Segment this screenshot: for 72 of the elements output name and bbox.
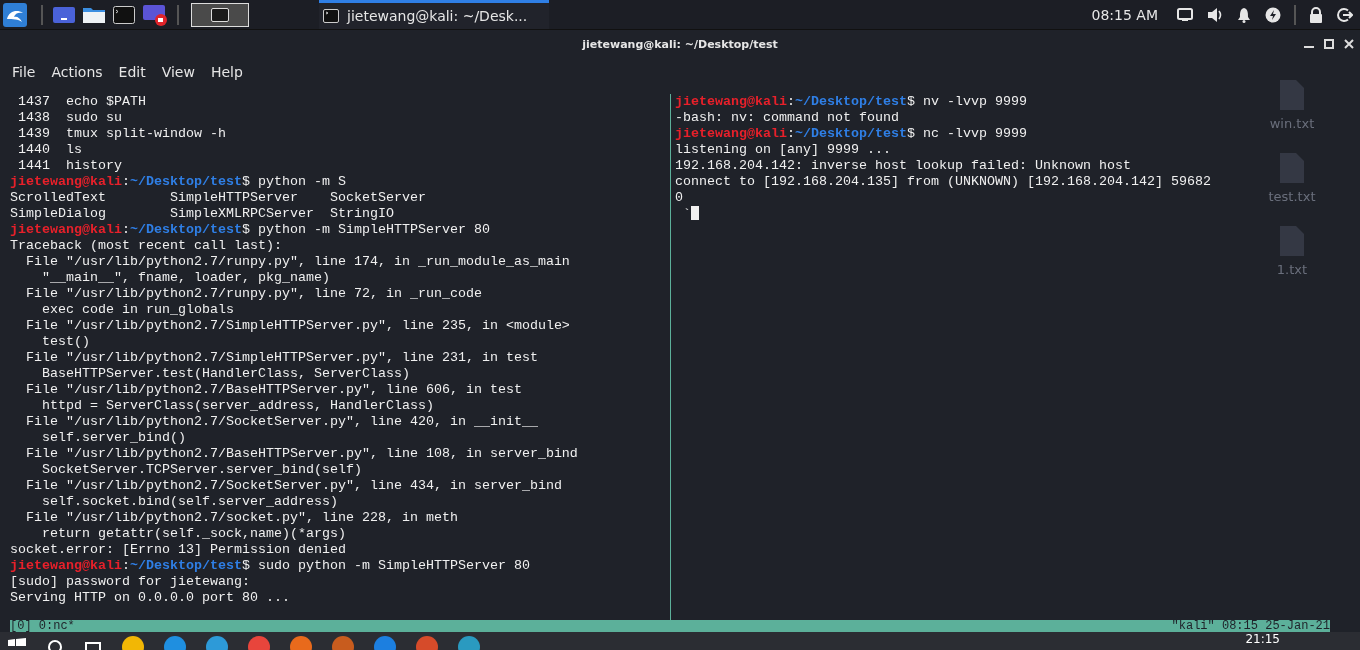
terminal-line: 1437 echo $PATH <box>17 94 147 110</box>
menu-item[interactable]: Help <box>202 62 251 82</box>
terminal-icon[interactable] <box>113 4 135 25</box>
file-name: test.txt <box>1268 189 1316 204</box>
lock-icon[interactable] <box>1309 6 1323 23</box>
menu-item[interactable]: View <box>153 62 203 82</box>
clock[interactable]: 21:15 <box>1245 632 1280 646</box>
status-text: "kali" 08:15 25-Jan-21 <box>1171 620 1330 632</box>
terminal-line: SocketServer.TCPServer.server_bind(self) <box>41 462 363 478</box>
terminal-line: File "/usr/lib/python2.7/BaseHTTPServer.py", line 108, in server_bind <box>25 446 579 462</box>
terminal-icon <box>211 7 229 22</box>
terminal-line: File "/usr/lib/python2.7/runpy.py", line 72, in _run_code <box>25 286 483 302</box>
terminal-line: SimpleDialog SimpleXMLRPCServer StringIO <box>10 206 395 222</box>
power-bolt-icon[interactable] <box>1265 6 1281 23</box>
terminal-line: -bash: nv: command not found <box>675 110 900 126</box>
bell-icon[interactable] <box>1237 6 1251 23</box>
close-icon[interactable] <box>1344 39 1354 49</box>
terminal-line: self.socket.bind(self.server_address) <box>41 494 339 510</box>
menu-item[interactable]: File <box>4 62 44 82</box>
file-icon <box>1280 80 1304 110</box>
clock[interactable]: 08:15 AM <box>1091 6 1158 23</box>
terminal-line: [sudo] password for jietewang: <box>10 574 251 590</box>
terminal-line: listening on [any] 9999 ... <box>675 142 892 158</box>
terminal-line: connect to [192.168.204.135] from (UNKNOWN) [192.168.204.142] 59682 <box>675 174 1211 190</box>
terminal-line: return getattr(self._sock,name)(*args) <box>41 526 347 542</box>
terminal-line: jietewang@kali:~/Desktop/test$ python -m SimpleHTTPServer 80 <box>10 222 491 238</box>
terminal-line: Serving HTTP on 0.0.0.0 port 80 ... <box>10 590 291 606</box>
terminal-line: File "/usr/lib/python2.7/socket.py", line 228, in meth <box>25 510 459 526</box>
desktop-icon[interactable] <box>53 4 75 25</box>
volume-icon[interactable] <box>1207 6 1223 23</box>
terminal-line: File "/usr/lib/python2.7/runpy.py", line 174, in _run_module_as_main <box>25 254 571 270</box>
window-title: jietewang@kali: ~/Desktop/test <box>582 37 778 51</box>
terminal-line: socket.error: [Errno 13] Permission denied <box>10 542 347 558</box>
terminal-line: ScrolledText SimpleHTTPServer SocketServer <box>10 190 427 206</box>
file-icon <box>1280 226 1304 256</box>
maximize-icon[interactable] <box>1324 39 1334 49</box>
terminal-line: jietewang@kali:~/Desktop/test$ python -m S <box>10 174 347 190</box>
terminal-line: test() <box>41 334 91 350</box>
terminal-line: jietewang@kali:~/Desktop/test$ nc -lvvp 9999 <box>675 126 1028 142</box>
file-name: 1.txt <box>1276 262 1308 277</box>
terminal-line: File "/usr/lib/python2.7/SocketServer.py", line 420, in __init__ <box>25 414 539 430</box>
display-icon[interactable] <box>1177 7 1193 22</box>
menu-item[interactable]: Actions <box>43 62 111 82</box>
terminal-line: 1441 history <box>17 158 123 174</box>
terminal-line: 1438 sudo su <box>17 110 123 126</box>
terminal-line: jietewang@kali:~/Desktop/test$ nv -lvvp 9999 <box>675 94 1028 110</box>
logout-icon[interactable] <box>1337 6 1353 23</box>
terminal-line: jietewang@kali:~/Desktop/test$ sudo python -m SimpleHTTPServer 80 <box>10 558 531 574</box>
terminal-line: self.server_bind() <box>41 430 187 446</box>
terminal-line: BaseHTTPServer.test(HandlerClass, ServerClass) <box>41 366 411 382</box>
terminal-line: ` <box>675 206 1211 222</box>
terminal-line: File "/usr/lib/python2.7/SocketServer.py", line 434, in server_bind <box>25 478 563 494</box>
screen-recorder-icon[interactable] <box>143 3 167 26</box>
terminal-line: Traceback (most recent call last): <box>10 238 283 254</box>
terminal-line: File "/usr/lib/python2.7/BaseHTTPServer.py", line 606, in test <box>25 382 523 398</box>
file-icon <box>1280 153 1304 183</box>
menu-item[interactable]: Edit <box>110 62 154 82</box>
task-button[interactable]: jietewang@kali: ~/Desk... <box>319 0 549 29</box>
terminal-line: 1439 tmux split-window -h <box>17 126 227 142</box>
terminal-line: File "/usr/lib/python2.7/SimpleHTTPServer.py", line 231, in test <box>25 350 539 366</box>
terminal-icon <box>323 9 339 23</box>
terminal-line: 0 <box>675 190 684 206</box>
terminal-line: File "/usr/lib/python2.7/SimpleHTTPServer.py", line 235, in <module> <box>25 318 571 334</box>
terminal-line: 1440 ls <box>17 142 83 158</box>
terminal-line: httpd = ServerClass(server_address, HandlerClass) <box>41 398 435 414</box>
terminal-line: exec code in run_globals <box>41 302 235 318</box>
status-text: [0] 0:nc* <box>10 620 75 632</box>
terminal-line: 192.168.204.142: inverse host lookup failed: Unknown host <box>675 158 1132 174</box>
dragon-logo-icon[interactable] <box>3 2 27 27</box>
file-name: win.txt <box>1269 116 1315 131</box>
terminal-line: "__main__", fname, loader, pkg_name) <box>41 270 331 286</box>
workspace-button[interactable] <box>191 2 249 27</box>
